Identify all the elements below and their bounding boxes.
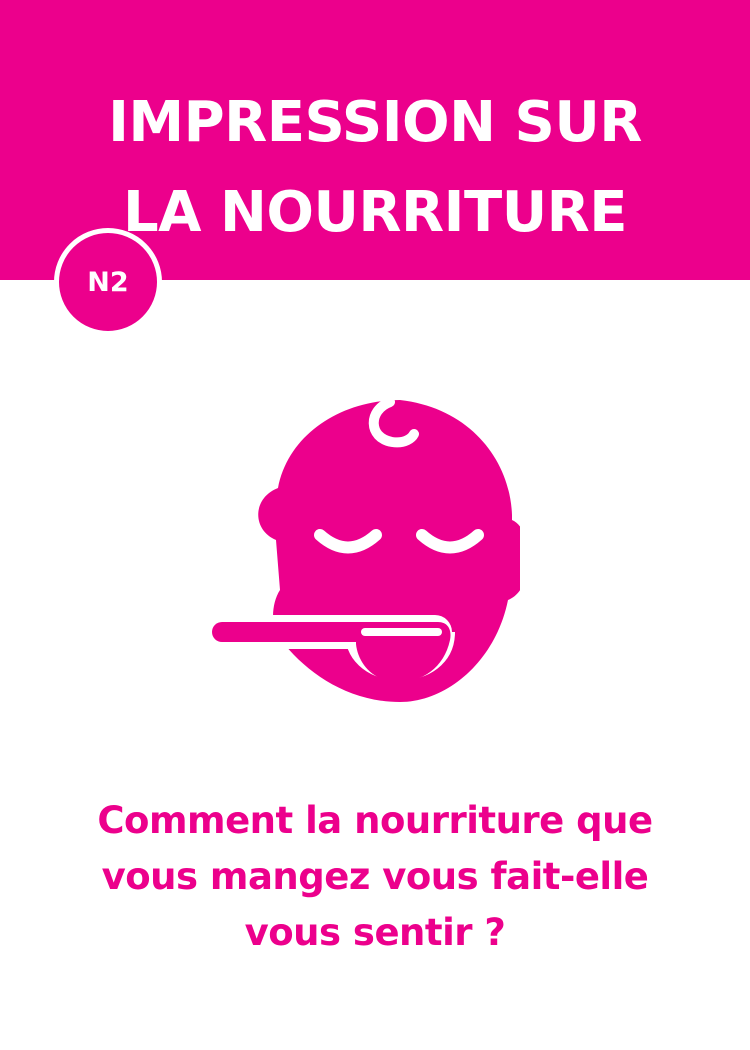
question-line-2: vous mangez vous fait-elle	[101, 855, 649, 898]
card-number-badge: N2	[54, 228, 162, 336]
question-line-3: vous sentir ?	[244, 911, 506, 954]
title-line-1: IMPRESSION SUR	[108, 90, 642, 155]
question-line-1: Comment la nourriture que	[97, 799, 653, 842]
baby-tasting-spoon-icon	[200, 390, 529, 710]
question-text: Comment la nourriture que vous mangez vo…	[0, 793, 750, 961]
